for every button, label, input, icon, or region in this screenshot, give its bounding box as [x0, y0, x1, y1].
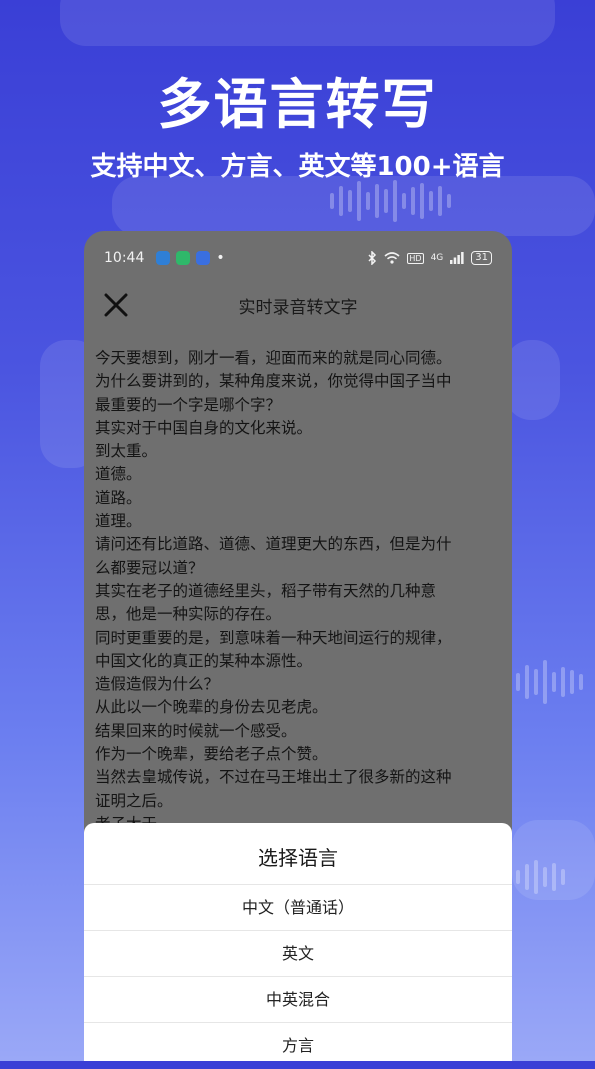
nav-bar: 实时录音转文字 [84, 287, 512, 321]
transcript-line: 道理。 [95, 512, 142, 531]
transcript-line: 道路。 [95, 488, 142, 507]
transcript-line: 其实在老子的道德经里头，稻子带有天然的几种意 [95, 581, 437, 600]
status-bar: 10:44 • HD 4G 31 [84, 245, 512, 271]
language-option-mandarin[interactable]: 中文（普通话） [84, 885, 512, 931]
decor-waveform-1 [330, 180, 451, 222]
page-title: 实时录音转文字 [238, 298, 358, 318]
transcript-text: 今天要想到，刚才一看，迎面而来的就是同心同德。 为什么要讲到的，某种角度来说，你… [95, 347, 498, 836]
app-notification-icon [176, 251, 191, 265]
transcript-line: 么都要冠以道？ [95, 558, 204, 577]
bluetooth-icon [368, 251, 377, 265]
transcript-line: 道德。 [95, 465, 142, 484]
transcript-line: 请问还有比道路、道德、道理更大的东西，但是为什 [95, 535, 452, 554]
app-notification-icon [156, 251, 171, 265]
transcript-line: 结果回来的时候就一个感受。 [95, 721, 297, 740]
language-option-mixed[interactable]: 中英混合 [84, 977, 512, 1023]
transcript-line: 当然去皇城传说，不过在马王堆出土了很多新的这种 [95, 768, 452, 787]
transcript-line: 从此以一个晚辈的身份去见老虎。 [95, 698, 328, 717]
language-picker-sheet: 选择语言 中文（普通话） 英文 中英混合 方言 [84, 823, 512, 1061]
transcript-line: 同时更重要的是，到意味着一种天地间运行的规律， [95, 628, 452, 647]
wifi-icon [384, 252, 400, 264]
transcript-line: 造假造假为什么？ [95, 675, 220, 694]
language-option-english[interactable]: 英文 [84, 931, 512, 977]
app-notification-icon [196, 251, 211, 265]
transcript-line: 为什么要讲到的，某种角度来说，你觉得中国子当中 [95, 372, 452, 391]
transcript-line: 作为一个晚辈，要给老子点个赞。 [95, 745, 328, 764]
promo-headline: 多语言转写 [157, 73, 438, 136]
language-option-dialect[interactable]: 方言 [84, 1023, 512, 1068]
network-type: 4G [430, 253, 444, 263]
hd-icon: HD [407, 252, 424, 264]
transcript-line: 到太重。 [95, 442, 158, 461]
decor-waveform-2 [516, 660, 583, 704]
language-picker-title: 选择语言 [84, 823, 512, 885]
decor-bubble-right [505, 340, 560, 420]
notification-dot: • [216, 250, 225, 266]
promo-subline: 支持中文、方言、英文等100+语言 [90, 152, 505, 182]
battery-icon: 31 [471, 251, 492, 265]
status-time: 10:44 [104, 250, 145, 266]
signal-icon [450, 252, 464, 264]
transcript-line: 最重要的一个字是哪个字？ [95, 395, 282, 414]
transcript-line: 中国文化的真正的某种本源性。 [95, 651, 313, 670]
decor-bubble-top [60, 0, 555, 46]
transcript-line: 思，他是一种实际的存在。 [95, 605, 282, 624]
transcript-line: 其实对于中国自身的文化来说。 [95, 418, 313, 437]
decor-waveform-3 [516, 860, 565, 894]
transcript-line: 证明之后。 [95, 791, 173, 810]
transcript-line: 今天要想到，刚才一看，迎面而来的就是同心同德。 [95, 349, 452, 367]
